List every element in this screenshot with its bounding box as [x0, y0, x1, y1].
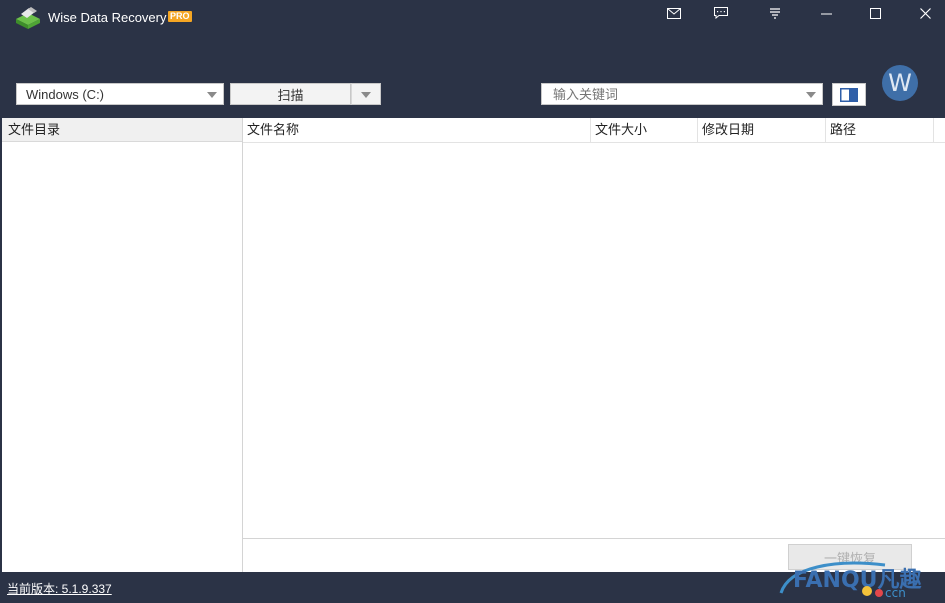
- maximize-icon: [869, 7, 881, 19]
- avatar[interactable]: W: [882, 65, 918, 101]
- title-bar: Wise Data Recovery PRO W Windows (C:) 扫描: [0, 0, 945, 118]
- chevron-down-icon[interactable]: [806, 92, 816, 98]
- scan-button-label: 扫描: [277, 87, 304, 103]
- minimize-icon: [820, 13, 832, 14]
- chevron-down-icon: [207, 92, 217, 98]
- panel-toggle-button[interactable]: [832, 83, 866, 106]
- mail-icon: [667, 7, 681, 19]
- search-box[interactable]: [541, 83, 823, 105]
- split-panel-icon: [840, 87, 858, 102]
- scan-options-button[interactable]: [351, 83, 381, 105]
- close-icon: [919, 7, 931, 19]
- column-header-path[interactable]: 路径: [826, 118, 934, 142]
- app-logo-icon: [12, 5, 44, 31]
- mail-button[interactable]: [663, 4, 685, 22]
- feedback-icon: [714, 7, 728, 19]
- minimize-button[interactable]: [815, 4, 837, 22]
- drive-select-value: Windows (C:): [26, 86, 105, 102]
- scan-button[interactable]: 扫描: [230, 83, 351, 105]
- feedback-button[interactable]: [710, 4, 732, 22]
- column-header-size[interactable]: 文件大小: [591, 118, 698, 142]
- app-title: Wise Data Recovery: [48, 10, 167, 25]
- drive-select[interactable]: Windows (C:): [16, 83, 224, 105]
- close-button[interactable]: [914, 4, 936, 22]
- pro-badge: PRO: [168, 11, 192, 22]
- chevron-down-icon: [361, 92, 371, 98]
- file-list-header: 文件名称 文件大小 修改日期 路径: [243, 118, 945, 143]
- search-input[interactable]: [553, 86, 793, 102]
- menu-icon: [770, 8, 780, 19]
- directory-pane[interactable]: 文件目录: [2, 118, 243, 572]
- file-list-pane[interactable]: 文件名称 文件大小 修改日期 路径 一键恢复: [243, 118, 945, 573]
- avatar-letter: W: [888, 69, 912, 97]
- maximize-button[interactable]: [864, 4, 886, 22]
- settings-menu-button[interactable]: [764, 4, 786, 22]
- watermark-sub: ccn: [885, 586, 906, 600]
- directory-header: 文件目录: [2, 118, 242, 142]
- column-header-name[interactable]: 文件名称: [243, 118, 591, 142]
- column-header-date[interactable]: 修改日期: [698, 118, 826, 142]
- watermark-logo: FANQU凡趣 ccn: [775, 557, 945, 600]
- version-link[interactable]: 当前版本: 5.1.9.337: [7, 580, 112, 597]
